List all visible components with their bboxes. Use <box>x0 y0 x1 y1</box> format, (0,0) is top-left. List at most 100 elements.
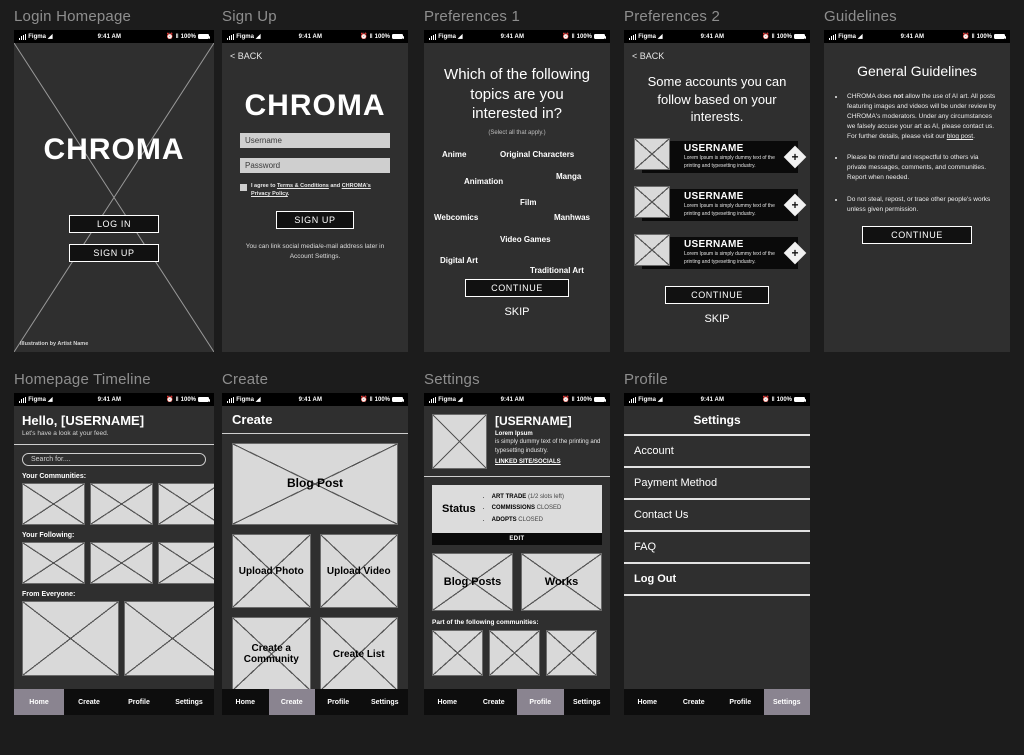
nav-home[interactable]: Home <box>14 689 64 715</box>
settings-row-log-out[interactable]: Log Out <box>624 564 810 596</box>
settings-row-faq[interactable]: FAQ <box>624 532 810 564</box>
blog-post-link[interactable]: blog post <box>947 133 973 140</box>
avatar[interactable] <box>432 414 487 469</box>
bottom-navigation: Home Create Profile Settings <box>424 689 610 715</box>
nav-settings[interactable]: Settings <box>362 689 409 715</box>
community-thumbnail[interactable] <box>432 630 483 677</box>
nav-profile[interactable]: Profile <box>315 689 362 715</box>
agree-checkbox[interactable] <box>240 184 247 191</box>
preferences-question: Which of the following topics are you in… <box>444 66 590 122</box>
status-item-name: ART TRADE <box>491 494 527 500</box>
status-item-name: COMMISSIONS <box>491 505 535 512</box>
nav-profile[interactable]: Profile <box>717 689 764 715</box>
alarm-icon: ⏰ <box>762 34 770 40</box>
community-thumbnail[interactable] <box>90 483 153 525</box>
nav-settings[interactable]: Settings <box>763 689 810 715</box>
nav-settings[interactable]: Settings <box>164 689 214 715</box>
following-thumbnail[interactable] <box>90 542 153 584</box>
bottom-navigation: Home Create Profile Settings <box>14 689 214 715</box>
create-blog-post-tile[interactable]: Blog Post <box>232 443 398 525</box>
nav-create[interactable]: Create <box>671 689 718 715</box>
log-in-button[interactable]: LOG IN <box>69 215 159 233</box>
status-bar: Figma ◢ 9:41 AM ⏰ ‖ 100% <box>222 393 408 406</box>
username-input[interactable]: Username <box>240 133 390 148</box>
account-avatar[interactable] <box>634 233 670 266</box>
community-thumbnail[interactable] <box>546 630 597 677</box>
frame-preferences-1: Preferences 1 Figma ◢ 9:41 AM ⏰ ‖ 100% W… <box>424 8 610 352</box>
status-bar: Figma ◢ 9:41 AM ⏰ ‖ 100% <box>624 30 810 43</box>
frame-label-create: Create <box>222 371 269 388</box>
back-button[interactable]: < BACK <box>222 43 408 61</box>
topic-tag[interactable]: Anime <box>442 150 466 159</box>
skip-button[interactable]: SKIP <box>704 313 729 325</box>
nav-create[interactable]: Create <box>268 689 315 715</box>
battery-percent: 100% <box>374 33 390 40</box>
nav-home[interactable]: Home <box>624 689 671 715</box>
following-thumbnail[interactable] <box>158 542 214 584</box>
settings-row-contact-us[interactable]: Contact Us <box>624 500 810 532</box>
battery-icon <box>594 396 606 403</box>
clock-label: 9:41 AM <box>97 396 122 403</box>
agree-suffix: . <box>287 190 290 197</box>
sign-up-button[interactable]: SIGN UP <box>69 244 159 262</box>
nav-create[interactable]: Create <box>64 689 114 715</box>
terms-link[interactable]: Terms & Conditions <box>277 183 329 189</box>
edit-profile-button[interactable]: EDIT <box>432 533 602 546</box>
community-thumbnail[interactable] <box>158 483 214 525</box>
post-thumbnail[interactable] <box>22 601 119 676</box>
topic-tag[interactable]: Manga <box>556 172 581 181</box>
nav-home[interactable]: Home <box>424 689 471 715</box>
nav-home[interactable]: Home <box>222 689 269 715</box>
create-option-tile[interactable]: Upload Video <box>319 534 398 608</box>
community-thumbnail[interactable] <box>22 483 85 525</box>
continue-button[interactable]: CONTINUE <box>862 225 972 244</box>
post-thumbnail[interactable] <box>124 601 214 676</box>
following-thumbnail[interactable] <box>22 542 85 584</box>
continue-button[interactable]: CONTINUE <box>465 278 569 297</box>
create-option-tile[interactable]: Create List <box>319 617 398 691</box>
topic-tag[interactable]: Video Games <box>500 235 551 244</box>
profile-header: [USERNAME] Lorem Ipsum is simply dummy t… <box>424 406 610 477</box>
follow-plus-button[interactable]: + <box>783 193 807 216</box>
topic-tag[interactable]: Traditional Art <box>530 266 584 275</box>
skip-button[interactable]: SKIP <box>504 306 529 318</box>
topic-tag[interactable]: Manhwas <box>554 213 590 222</box>
bluetooth-icon: ‖ <box>175 396 179 403</box>
topic-tag[interactable]: Digital Art <box>440 256 478 265</box>
account-avatar[interactable] <box>634 137 670 170</box>
bluetooth-icon: ‖ <box>369 33 373 40</box>
create-option-tile[interactable]: Upload Photo <box>232 534 311 608</box>
password-input[interactable]: Password <box>240 158 390 173</box>
clock-label: 9:41 AM <box>700 33 725 40</box>
topic-tag[interactable]: Original Characters <box>500 150 574 159</box>
nav-create[interactable]: Create <box>471 689 518 715</box>
frame-label-profile: Profile <box>624 371 668 388</box>
community-thumbnail[interactable] <box>489 630 540 677</box>
follow-plus-button[interactable]: + <box>783 241 807 264</box>
profile-content-tile[interactable]: Blog Posts <box>432 553 513 612</box>
nav-settings[interactable]: Settings <box>564 689 611 715</box>
carrier-label: Figma <box>236 396 254 403</box>
status-item-value: CLOSED <box>516 516 543 523</box>
account-avatar[interactable] <box>634 185 670 218</box>
settings-row-account[interactable]: Account <box>624 436 810 468</box>
topic-tag[interactable]: Animation <box>464 177 503 186</box>
create-option-tile[interactable]: Create a Community <box>232 617 311 691</box>
nav-profile[interactable]: Profile <box>517 689 564 715</box>
nav-profile[interactable]: Profile <box>114 689 164 715</box>
wifi-icon: ◢ <box>255 33 261 40</box>
wifi-icon: ◢ <box>255 396 261 403</box>
back-button[interactable]: < BACK <box>624 43 810 61</box>
sign-up-submit-button[interactable]: SIGN UP <box>276 210 354 229</box>
signal-icon <box>19 33 27 40</box>
profile-content-tile[interactable]: Works <box>521 553 602 612</box>
continue-button[interactable]: CONTINUE <box>665 285 769 304</box>
linked-socials-link[interactable]: LINKED SITE/SOCIALS <box>495 459 602 465</box>
settings-row-payment-method[interactable]: Payment Method <box>624 468 810 500</box>
search-input[interactable]: Search for.... <box>22 453 206 466</box>
section-title-everyone: From Everyone: <box>22 591 76 598</box>
follow-plus-button[interactable]: + <box>783 145 807 168</box>
signal-icon <box>429 33 437 40</box>
topic-tag[interactable]: Film <box>520 198 536 207</box>
topic-tag[interactable]: Webcomics <box>434 213 478 222</box>
